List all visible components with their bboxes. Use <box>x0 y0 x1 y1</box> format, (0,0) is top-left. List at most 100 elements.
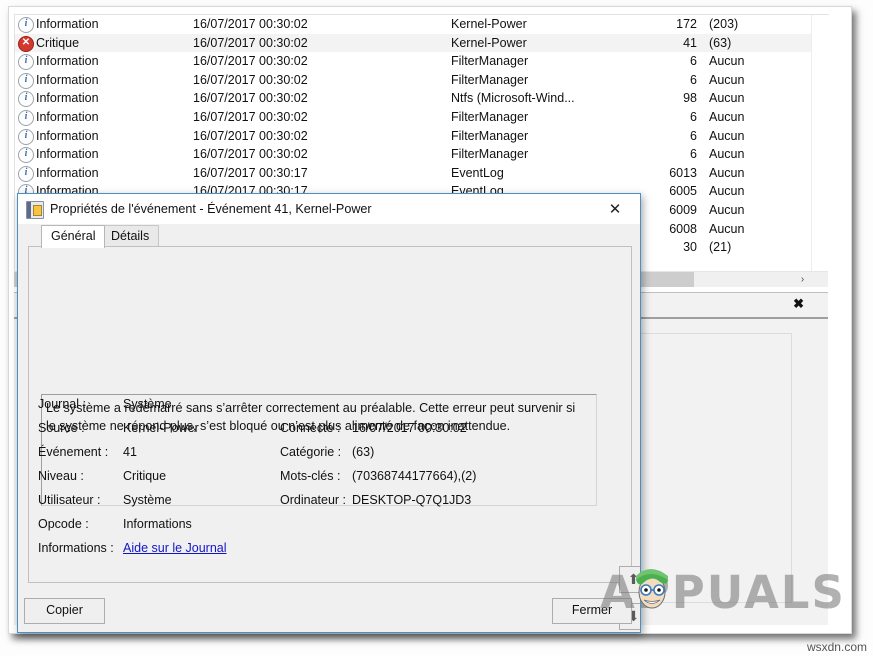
field-label: Connecté : <box>280 421 340 435</box>
event-level: Information <box>36 89 99 108</box>
event-category: (21) <box>709 238 731 257</box>
information-icon: i <box>18 17 34 33</box>
event-datetime: 16/07/2017 00:30:02 <box>193 108 308 127</box>
event-category: Aucun <box>709 145 744 164</box>
event-category: Aucun <box>709 220 744 239</box>
event-id: 30 <box>635 238 697 257</box>
event-properties-icon <box>26 201 44 219</box>
event-level: Information <box>36 127 99 146</box>
event-category: Aucun <box>709 108 744 127</box>
event-level: Information <box>36 15 99 34</box>
critical-icon: ✕ <box>18 36 34 52</box>
event-list-row[interactable]: iInformation16/07/2017 00:30:17EventLog6… <box>15 164 829 183</box>
event-list-row[interactable]: iInformation 16/07/2017 00:30:02 Kernel-Po… <box>15 15 829 34</box>
field-label: Ordinateur : <box>280 493 346 507</box>
event-properties-dialog: Propriétés de l'événement - Événement 41… <box>17 193 641 633</box>
event-category: (63) <box>709 34 731 53</box>
field-value: Kernel-Power <box>123 421 199 435</box>
information-icon: i <box>18 91 34 107</box>
event-list-row[interactable]: iInformation16/07/2017 00:30:02FilterMan… <box>15 71 829 90</box>
field-label: Catégorie : <box>280 445 341 459</box>
field-label: Utilisateur : <box>38 493 101 507</box>
hscroll-right-icon[interactable]: › <box>794 272 811 287</box>
event-source: Kernel-Power <box>451 15 527 34</box>
field-label: Journal : <box>38 397 86 411</box>
event-source: EventLog <box>451 164 504 183</box>
event-datetime: 16/07/2017 00:30:02 <box>193 15 308 34</box>
event-id: 172 <box>635 15 697 34</box>
event-source: FilterManager <box>451 71 528 90</box>
field-value: 41 <box>123 445 137 459</box>
event-datetime: 16/07/2017 00:30:17 <box>193 164 308 183</box>
event-id: 6 <box>635 108 697 127</box>
event-id: 6008 <box>635 220 697 239</box>
field-value: Critique <box>123 469 166 483</box>
event-category: Aucun <box>709 182 744 201</box>
event-level: Information <box>36 164 99 183</box>
field-label: Opcode : <box>38 517 89 531</box>
dialog-title-bar[interactable]: Propriétés de l'événement - Événement 41… <box>18 194 640 224</box>
event-list-row[interactable]: iInformation16/07/2017 00:30:02FilterMan… <box>15 145 829 164</box>
field-value: Informations <box>123 517 192 531</box>
information-icon: i <box>18 110 34 126</box>
event-list-row[interactable]: iInformation16/07/2017 00:30:02FilterMan… <box>15 52 829 71</box>
field-label: Événement : <box>38 445 108 459</box>
preview-close-icon[interactable]: ✖ <box>793 296 804 312</box>
field-value: Système <box>123 493 172 507</box>
event-id: 98 <box>635 89 697 108</box>
event-source: FilterManager <box>451 145 528 164</box>
event-category: Aucun <box>709 127 744 146</box>
field-label-informations: Informations : <box>38 541 114 555</box>
event-list-row[interactable]: ✕Critique 16/07/2017 00:30:02 Kernel-Power… <box>15 34 829 53</box>
screen-root: iInformation16/07/2017 00:30:02Kernel-Po… <box>0 0 873 656</box>
field-value: (63) <box>352 445 374 459</box>
event-level: Information <box>36 108 99 127</box>
event-list-row[interactable]: iInformation 16/07/2017 00:30:02 FilterMan… <box>15 108 829 127</box>
information-icon: i <box>18 129 34 145</box>
event-level: Information <box>36 52 99 71</box>
event-source: FilterManager <box>451 108 528 127</box>
event-category: Aucun <box>709 52 744 71</box>
field-value: 16/07/2017 00:30:02 <box>352 421 467 435</box>
event-id: 6005 <box>635 182 697 201</box>
field-label: Niveau : <box>38 469 84 483</box>
event-category: Aucun <box>709 71 744 90</box>
event-id: 6 <box>635 52 697 71</box>
event-id: 6009 <box>635 201 697 220</box>
scroll-up-icon[interactable] <box>812 15 829 32</box>
event-list-row[interactable]: iInformation 16/07/2017 00:30:02 Ntfs (Mic… <box>15 89 829 108</box>
field-value: (70368744177664),(2) <box>352 469 476 483</box>
information-icon: i <box>18 73 34 89</box>
event-category: Aucun <box>709 201 744 220</box>
event-datetime: 16/07/2017 00:30:02 <box>193 145 308 164</box>
information-icon: i <box>18 147 34 163</box>
event-level: Critique <box>36 34 79 53</box>
previous-event-button[interactable]: ⬆ <box>619 566 641 593</box>
event-list-vertical-scrollbar[interactable]: ⌄ <box>811 15 829 287</box>
log-help-link[interactable]: Aide sur le Journal <box>123 541 227 555</box>
event-level: Information <box>36 71 99 90</box>
tab-details[interactable]: Détails <box>101 225 159 248</box>
event-category: (203) <box>709 15 738 34</box>
close-icon[interactable]: ✕ <box>594 194 636 224</box>
event-category: Aucun <box>709 89 744 108</box>
event-id: 6013 <box>635 164 697 183</box>
event-id: 6 <box>635 127 697 146</box>
event-datetime: 16/07/2017 00:30:02 <box>193 34 308 53</box>
event-id: 6 <box>635 145 697 164</box>
dialog-tabs: Général Détails <box>28 225 630 247</box>
field-value: Système <box>123 397 172 411</box>
copy-button[interactable]: Copier <box>24 598 105 624</box>
dialog-title: Propriétés de l'événement - Événement 41… <box>50 200 372 218</box>
event-source: Kernel-Power <box>451 34 527 53</box>
event-datetime: 16/07/2017 00:30:02 <box>193 52 308 71</box>
icon-spine <box>27 202 31 218</box>
close-button[interactable]: Fermer <box>552 598 632 624</box>
tab-general[interactable]: Général <box>41 225 105 248</box>
source-site-label: wsxdn.com <box>807 640 867 654</box>
event-datetime: 16/07/2017 00:30:02 <box>193 89 308 108</box>
event-source: Ntfs (Microsoft-Wind... <box>451 89 575 108</box>
field-value: DESKTOP-Q7Q1JD3 <box>352 493 471 507</box>
event-id: 6 <box>635 71 697 90</box>
event-list-row[interactable]: iInformation16/07/2017 00:30:02FilterMan… <box>15 127 829 146</box>
